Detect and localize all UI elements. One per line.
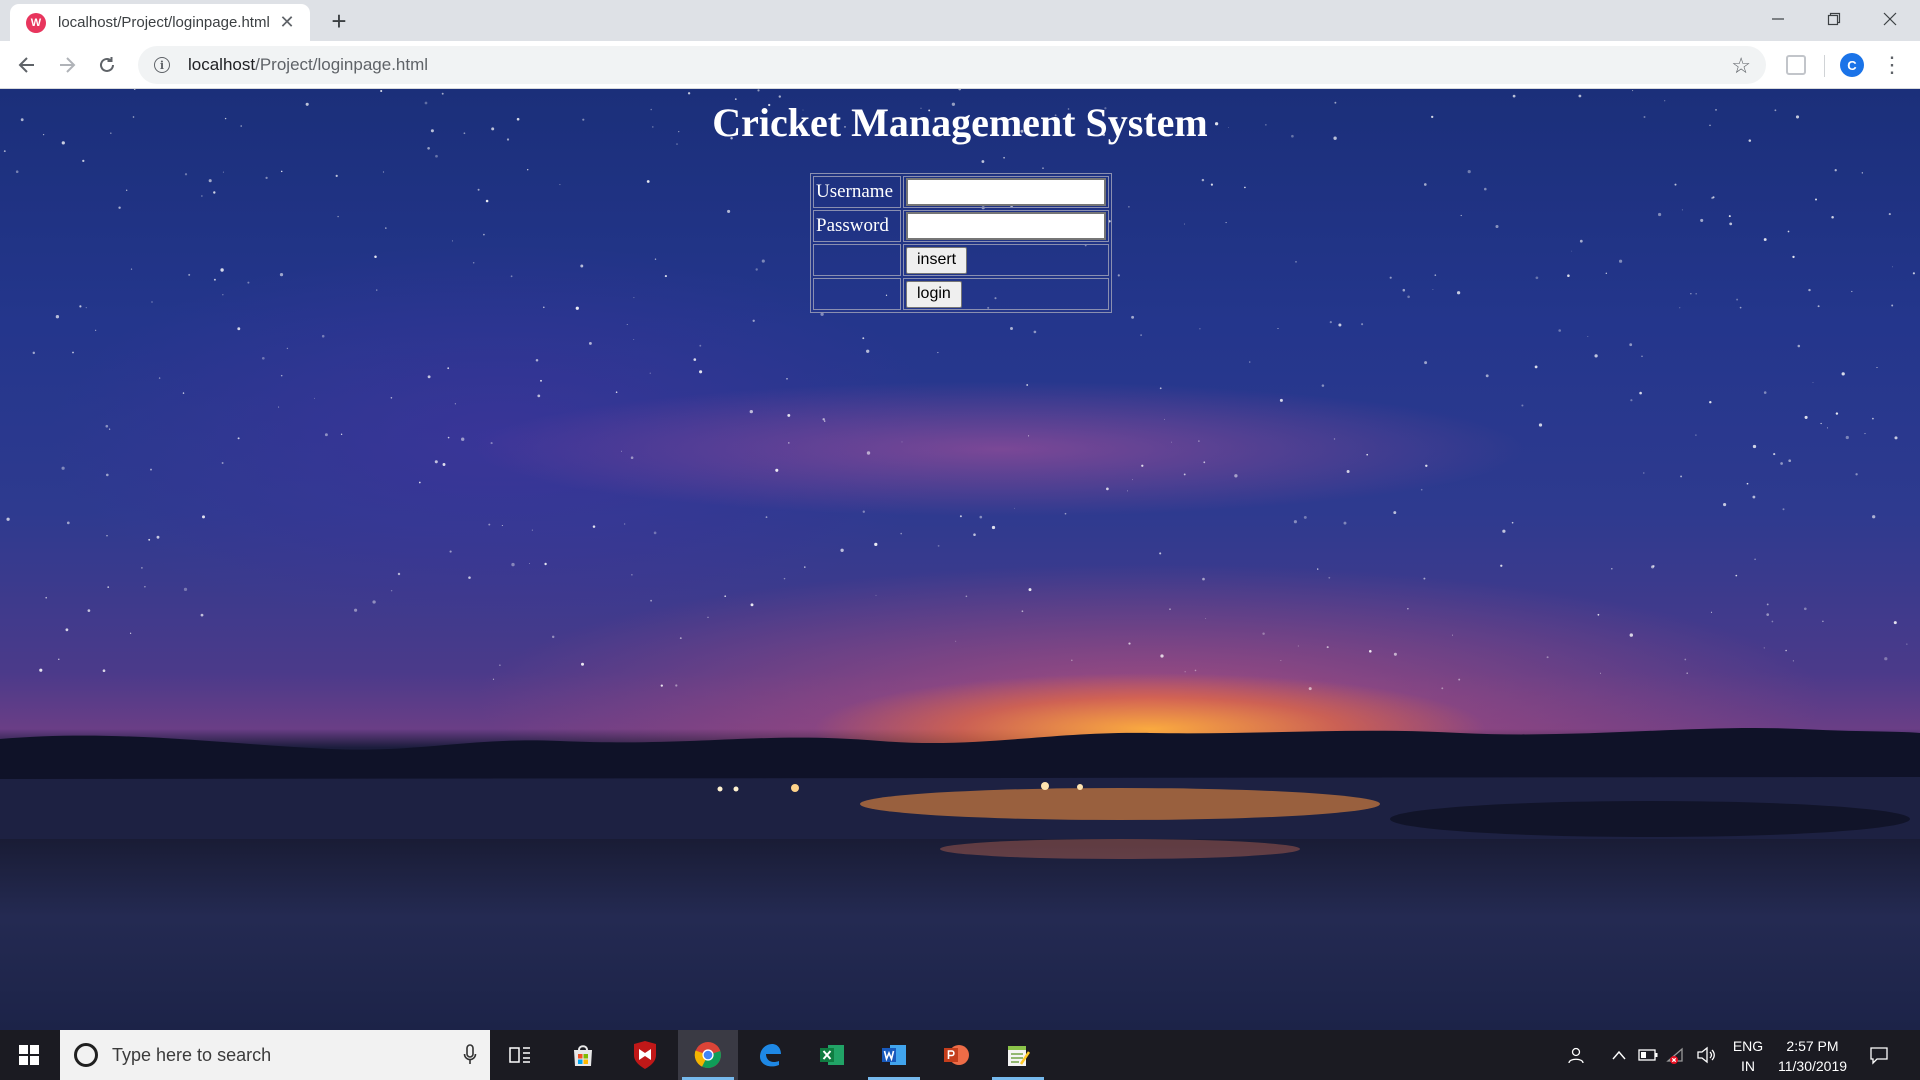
login-cell: login	[903, 278, 1109, 310]
username-label: Username	[813, 176, 901, 208]
microphone-icon[interactable]	[450, 1044, 490, 1066]
browser-toolbar: i localhost/Project/loginpage.html ☆ C ⋮	[0, 41, 1920, 89]
windows-taskbar: Type here to search ENG IN 2:57 PM 11/30…	[0, 1030, 1920, 1080]
close-window-icon[interactable]	[1862, 0, 1918, 38]
password-row: Password	[813, 210, 1109, 242]
password-label: Password	[813, 210, 901, 242]
empty-cell	[813, 244, 901, 276]
volume-icon[interactable]	[1694, 1043, 1718, 1067]
notifications-icon[interactable]	[1867, 1043, 1891, 1067]
clock-time: 2:57 PM	[1786, 1038, 1839, 1054]
taskbar-clock[interactable]: 2:57 PM 11/30/2019	[1770, 1036, 1855, 1076]
taskbar-search-placeholder: Type here to search	[112, 1044, 272, 1065]
microsoft-store-icon[interactable]	[553, 1030, 613, 1080]
reload-icon[interactable]	[91, 49, 123, 81]
region-code: IN	[1741, 1058, 1755, 1074]
back-icon[interactable]	[11, 49, 43, 81]
url-host: localhost	[188, 55, 256, 74]
input-language-indicator[interactable]: ENG IN	[1730, 1036, 1766, 1076]
bookmark-star-icon[interactable]: ☆	[1731, 53, 1751, 79]
tab-title: localhost/Project/loginpage.html	[58, 14, 270, 31]
restore-icon[interactable]	[1806, 0, 1862, 38]
address-url: localhost/Project/loginpage.html	[188, 55, 428, 75]
tab-close-icon[interactable]: ✕	[276, 12, 298, 33]
insert-cell: insert	[903, 244, 1109, 276]
network-disconnected-icon[interactable]	[1664, 1043, 1688, 1067]
username-cell	[903, 176, 1109, 208]
cortana-icon	[74, 1043, 98, 1067]
language-code: ENG	[1732, 1038, 1764, 1054]
notepad-plus-plus-icon[interactable]	[988, 1030, 1048, 1080]
chrome-icon[interactable]	[678, 1030, 738, 1080]
forward-icon[interactable]	[51, 49, 83, 81]
taskbar-search-box[interactable]: Type here to search	[60, 1030, 490, 1080]
tab-favicon-icon: W	[26, 12, 46, 33]
windows-start-icon[interactable]	[0, 1030, 58, 1080]
task-view-icon[interactable]	[490, 1030, 550, 1080]
people-icon[interactable]	[1564, 1043, 1588, 1067]
insert-row: insert	[813, 244, 1109, 276]
clock-date: 11/30/2019	[1777, 1058, 1848, 1074]
insert-button[interactable]: insert	[906, 246, 968, 274]
login-row: login	[813, 278, 1109, 310]
login-form-table: Username Password insert login	[810, 173, 1112, 313]
extension-icon[interactable]	[1786, 55, 1806, 75]
toolbar-divider	[1824, 55, 1825, 77]
profile-avatar[interactable]: C	[1840, 53, 1864, 77]
browser-menu-icon[interactable]: ⋮	[1880, 51, 1904, 79]
edge-icon[interactable]	[740, 1030, 800, 1080]
new-tab-button[interactable]: +	[324, 6, 354, 36]
excel-icon[interactable]	[802, 1030, 862, 1080]
username-input[interactable]	[906, 178, 1106, 206]
word-icon[interactable]	[864, 1030, 924, 1080]
password-input[interactable]	[906, 212, 1106, 240]
battery-icon[interactable]	[1636, 1043, 1660, 1067]
mcafee-icon[interactable]	[615, 1030, 675, 1080]
browser-tab[interactable]: W localhost/Project/loginpage.html ✕	[10, 4, 310, 41]
minimize-icon[interactable]	[1750, 0, 1806, 38]
page-title: Cricket Management System	[712, 100, 1208, 145]
page-viewport: Cricket Management System Username Passw…	[0, 89, 1920, 1030]
browser-tabstrip: W localhost/Project/loginpage.html ✕ +	[0, 0, 1920, 41]
url-path: /Project/loginpage.html	[255, 55, 429, 74]
login-button[interactable]: login	[906, 280, 962, 308]
address-bar[interactable]: i localhost/Project/loginpage.html ☆	[138, 46, 1766, 84]
site-info-icon[interactable]: i	[154, 57, 170, 73]
empty-cell	[813, 278, 901, 310]
powerpoint-icon[interactable]	[926, 1030, 986, 1080]
chevron-up-icon[interactable]	[1607, 1043, 1631, 1067]
username-row: Username	[813, 176, 1109, 208]
password-cell	[903, 210, 1109, 242]
